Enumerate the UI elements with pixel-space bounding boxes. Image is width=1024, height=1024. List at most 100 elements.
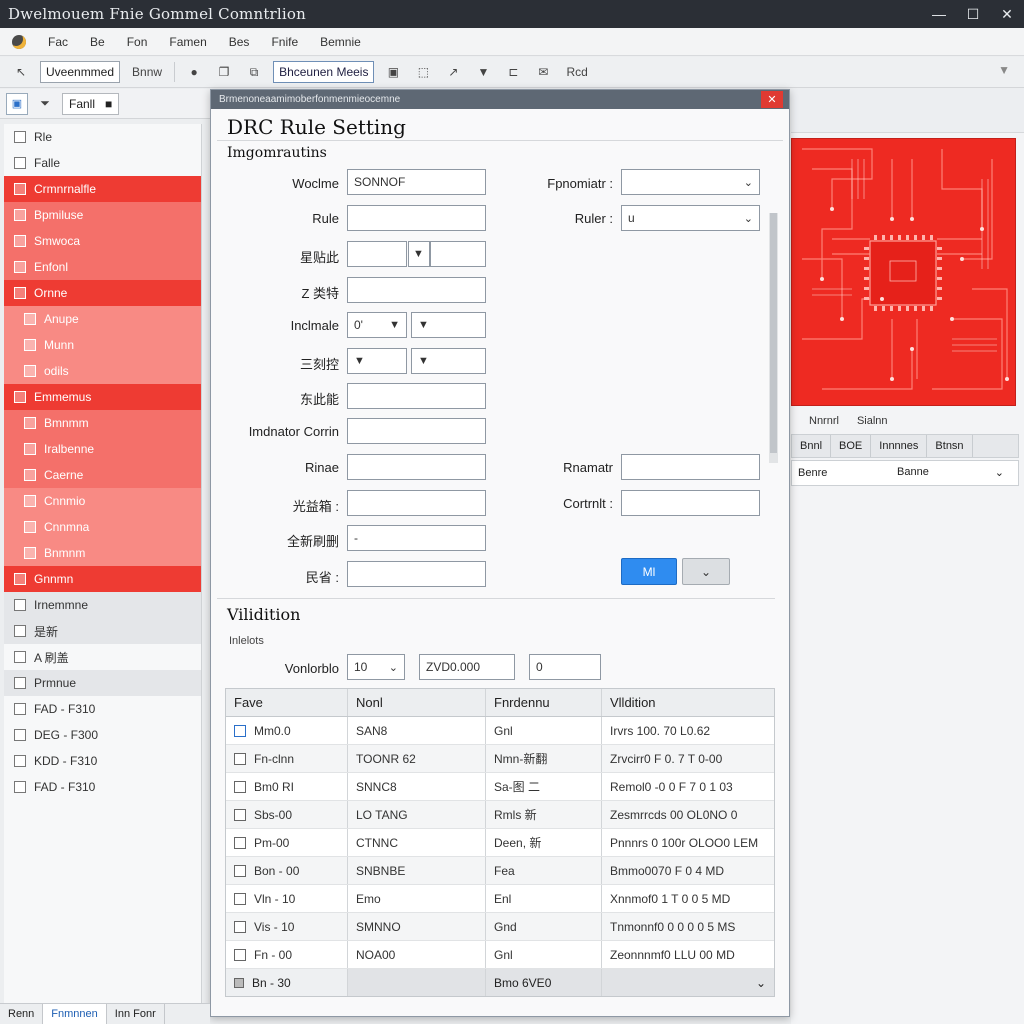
row-checkbox[interactable] — [234, 808, 246, 821]
grid-footer-row[interactable]: Bn - 30 Bmo 6VE0 ⌄ — [226, 969, 774, 996]
tree-item[interactable]: Munn — [4, 332, 201, 358]
tree-item[interactable]: Cnnmna — [4, 514, 201, 540]
toolbar-label-2[interactable]: Rcd — [562, 61, 591, 83]
menu-item-1[interactable]: Fac — [48, 35, 68, 49]
row-checkbox[interactable] — [234, 920, 246, 933]
row7-input[interactable] — [347, 383, 486, 409]
pointer-icon[interactable]: ↖ — [10, 61, 32, 83]
stop-icon[interactable]: ■ — [105, 97, 112, 111]
status-item-active[interactable]: Fnmnnen — [43, 1004, 107, 1024]
tree-item[interactable]: Anupe — [4, 306, 201, 332]
footer-checkbox[interactable] — [234, 977, 244, 988]
tree-item-checkbox[interactable] — [14, 209, 26, 221]
chevron-down-icon[interactable]: ⌄ — [756, 976, 766, 990]
table-row[interactable]: Vln - 10 Emo Enl Xnnmof0 1 T 0 0 5 MD — [226, 885, 774, 913]
tree-item-checkbox[interactable] — [14, 703, 26, 715]
column-header[interactable]: Fave — [226, 689, 348, 716]
row3-input[interactable] — [347, 241, 407, 267]
tree-item[interactable]: Iralbenne — [4, 436, 201, 462]
tree-item[interactable]: Prmnue — [4, 670, 201, 696]
rules-select[interactable]: u ⌄ — [621, 205, 760, 231]
tree-item-checkbox[interactable] — [14, 131, 26, 143]
rule-input[interactable] — [347, 205, 486, 231]
tab-bnnl[interactable]: Bnnl — [792, 435, 832, 457]
route-icon[interactable]: ⬚ — [412, 61, 434, 83]
tree-item-checkbox[interactable] — [14, 599, 26, 611]
row-checkbox[interactable] — [234, 948, 246, 961]
tree-item-checkbox[interactable] — [24, 339, 36, 351]
tree-item-checkbox[interactable] — [24, 495, 36, 507]
tree-item-checkbox[interactable] — [24, 313, 36, 325]
status-item[interactable]: Renn — [0, 1004, 44, 1024]
tree-item[interactable]: Falle — [4, 150, 201, 176]
tree-item[interactable]: Caerne — [4, 462, 201, 488]
menu-item-2[interactable]: Be — [90, 35, 105, 49]
table-row[interactable]: Fn-clnn TOONR 62 Nmn-新翻 Zrvcirr0 F 0. 7 T 0… — [226, 745, 774, 773]
table-row[interactable]: Sbs-00 LO TANG Rmls 新 Zesmrrcds 00 OL0NO 0 — [226, 801, 774, 829]
menu-item-4[interactable]: Famen — [169, 35, 206, 49]
row3-input-2[interactable] — [430, 241, 486, 267]
row6-select[interactable]: ▼ — [347, 348, 407, 374]
row-checkbox[interactable] — [234, 780, 246, 793]
paste-icon[interactable]: ⧉ — [243, 61, 265, 83]
tree-item-checkbox[interactable] — [14, 729, 26, 741]
tree-item-checkbox[interactable] — [24, 547, 36, 559]
arrow-icon[interactable]: ↗ — [442, 61, 464, 83]
probe-icon[interactable]: ▼ — [472, 61, 494, 83]
row12-input[interactable] — [347, 561, 486, 587]
tree-item[interactable]: KDD - F310 — [4, 748, 201, 774]
tree-item-checkbox[interactable] — [24, 443, 36, 455]
tree-filter-field[interactable]: Fanll ■ — [62, 92, 120, 115]
chevron-down-icon[interactable]: ▼ — [998, 63, 1010, 77]
property-row[interactable]: Benre Banne ⌄ — [791, 460, 1019, 486]
tree-item[interactable]: FAD - F310 — [4, 774, 201, 800]
tree-item[interactable]: Bpmiluse — [4, 202, 201, 228]
form-scrollbar[interactable] — [769, 213, 778, 463]
table-row[interactable]: Bon - 00 SNBNBE Fea Bmmo0070 F 0 4 MD — [226, 857, 774, 885]
minimize-icon[interactable]: — — [922, 0, 956, 28]
image-icon[interactable]: ▣ — [382, 61, 404, 83]
tree-item-checkbox[interactable] — [14, 781, 26, 793]
tree-item[interactable]: Smwoca — [4, 228, 201, 254]
close-icon[interactable]: ✕ — [990, 0, 1024, 28]
row4-input[interactable] — [347, 277, 486, 303]
tab-btnsn[interactable]: Btnsn — [927, 435, 973, 457]
rinae-input[interactable] — [347, 454, 486, 480]
tree-item-checkbox[interactable] — [14, 183, 26, 195]
row6-select-2[interactable]: ▼ — [411, 348, 486, 374]
view-toggle-icon[interactable]: ▣ — [6, 92, 28, 115]
tree-item-checkbox[interactable] — [24, 469, 36, 481]
maximize-icon[interactable]: ☐ — [956, 0, 990, 28]
tree-item-checkbox[interactable] — [14, 677, 26, 689]
table-row[interactable]: Mm0.0 SAN8 Gnl Irvrs 100. 70 L0.62 — [226, 717, 774, 745]
row10-input[interactable] — [347, 490, 486, 516]
validate-value-input[interactable]: ZVD0.000 — [419, 654, 515, 680]
table-row[interactable]: Fn - 00 NOA00 Gnl Zeonnnmf0 LLU 00 MD — [226, 941, 774, 969]
tree-item[interactable]: odils — [4, 358, 201, 384]
tree-item-checkbox[interactable] — [14, 755, 26, 767]
pcb-preview[interactable] — [791, 138, 1016, 406]
mode-dropdown[interactable]: Uveenmmed — [40, 61, 121, 83]
filter-icon[interactable]: ⏷ — [34, 93, 56, 115]
tree-item[interactable]: DEG - F300 — [4, 722, 201, 748]
tree-item-checkbox[interactable] — [14, 625, 26, 637]
menu-item-6[interactable]: Fnife — [271, 35, 298, 49]
column-header[interactable]: Nonl — [348, 689, 486, 716]
tree-item[interactable]: Bnmnm — [4, 540, 201, 566]
layer-dropdown[interactable]: Bhceunen Meeis — [273, 61, 375, 83]
copy-icon[interactable]: ❐ — [213, 61, 235, 83]
scrollbar-thumb[interactable] — [770, 213, 777, 453]
tree-item[interactable]: Rle — [4, 124, 201, 150]
row-checkbox[interactable] — [234, 864, 246, 877]
menu-item-5[interactable]: Bes — [229, 35, 250, 49]
column-header[interactable]: Vlldition — [602, 689, 774, 716]
row-checkbox[interactable] — [234, 836, 246, 849]
tree-item-checkbox[interactable] — [14, 235, 26, 247]
chevron-down-icon[interactable]: ⌄ — [995, 466, 1004, 479]
rmaer-input[interactable] — [621, 454, 760, 480]
tree-item[interactable]: Cnnmio — [4, 488, 201, 514]
table-row[interactable]: Bm0 RI SNNC8 Sa-图 二 Remol0 -0 0 F 7 0 1 03 — [226, 773, 774, 801]
tab-boe[interactable]: BOE — [831, 435, 872, 457]
bracket-icon[interactable]: ⊏ — [502, 61, 524, 83]
tab-general[interactable]: Nnrnrl — [809, 415, 839, 427]
